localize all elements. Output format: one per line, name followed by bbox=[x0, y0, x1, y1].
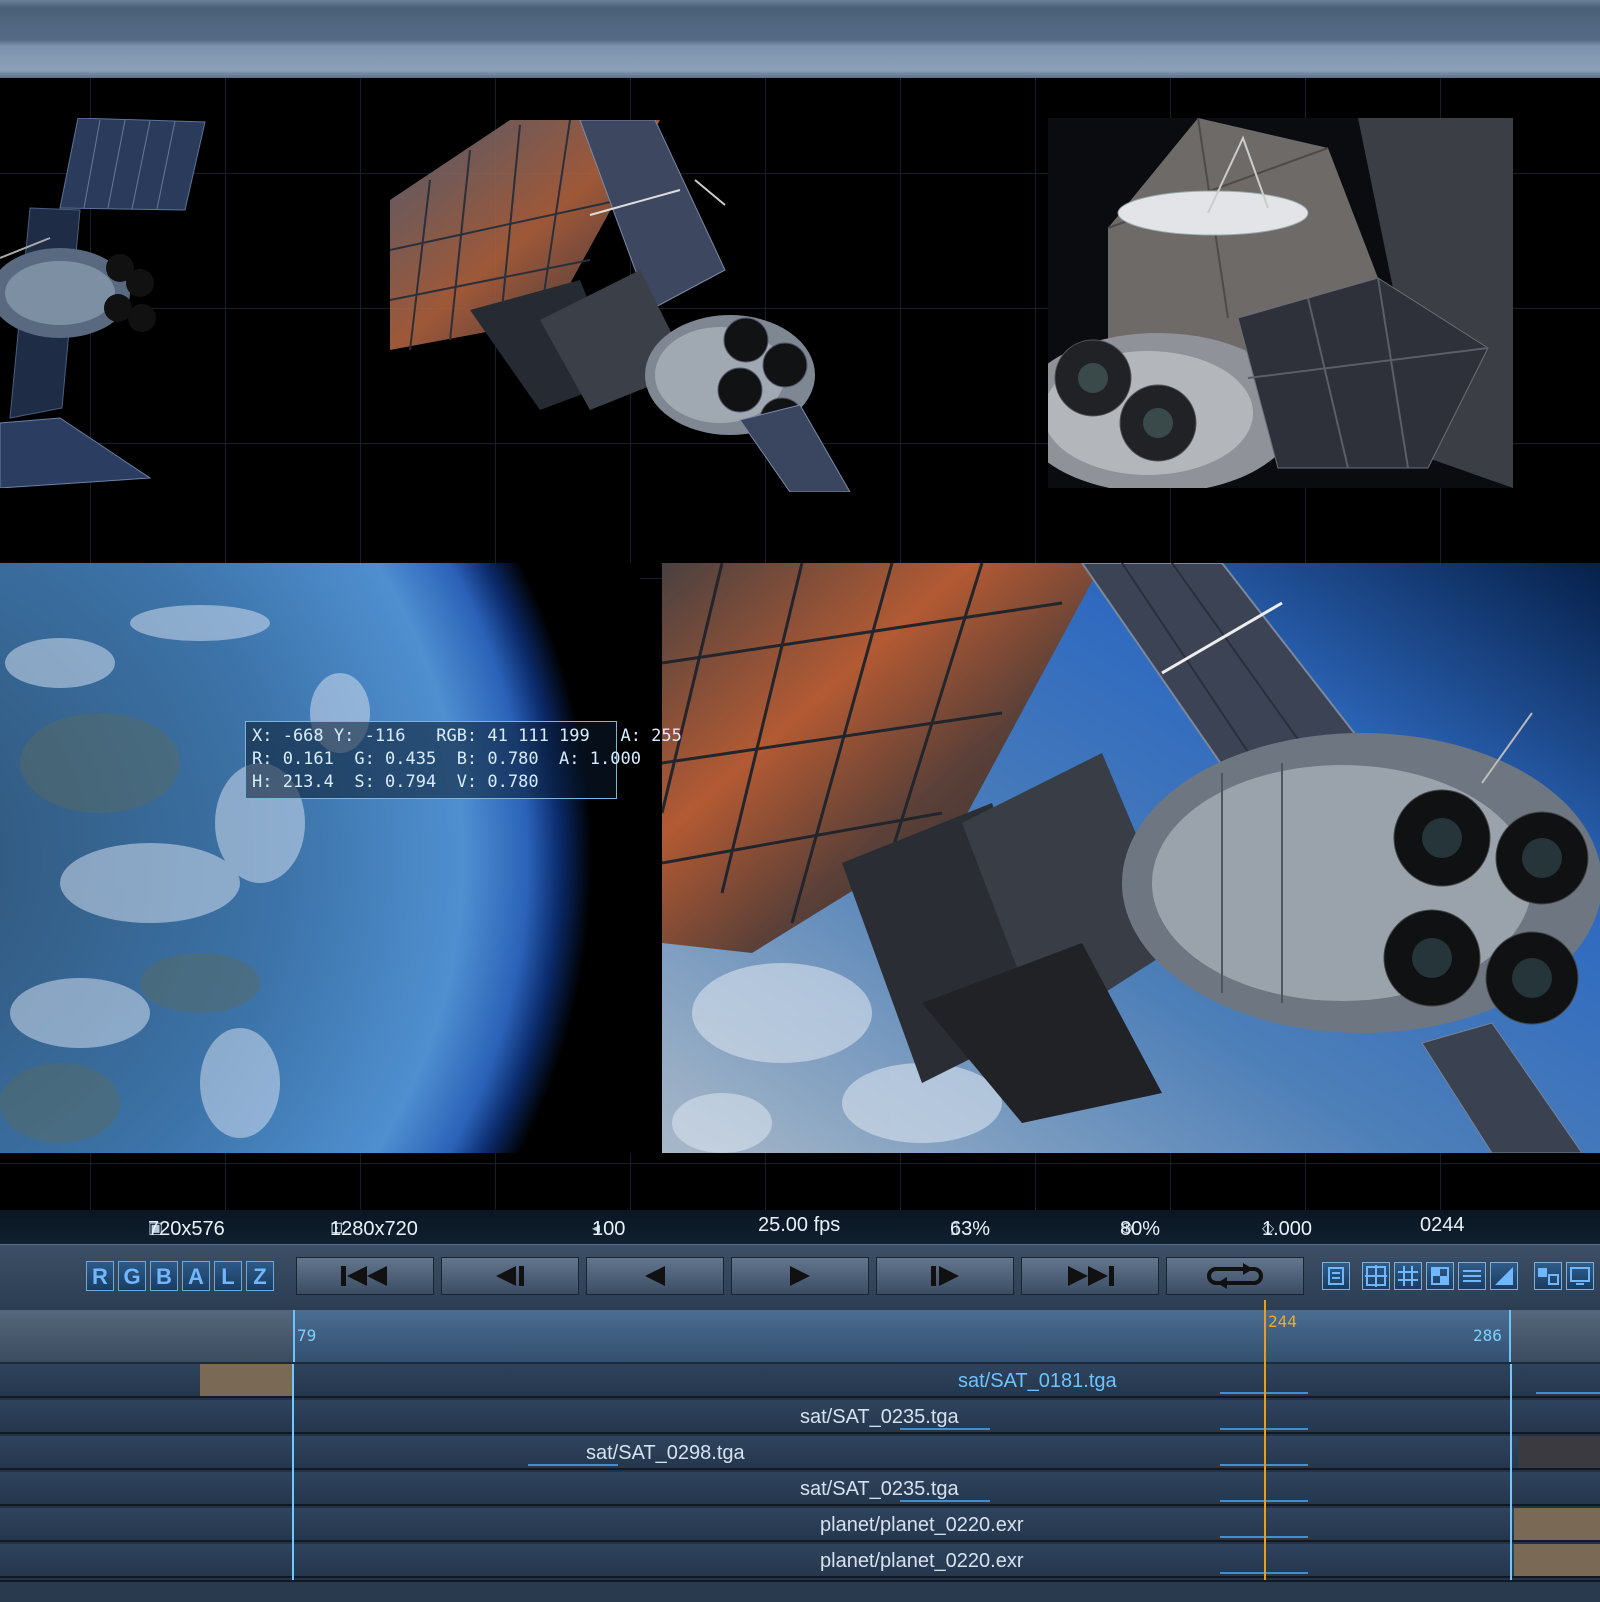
go-to-end-button[interactable] bbox=[1021, 1257, 1159, 1295]
channel-a-button[interactable]: A bbox=[182, 1261, 210, 1291]
earth-frame bbox=[0, 563, 640, 1153]
satellite-earth-frame bbox=[662, 563, 1600, 1153]
satellite-thumbnail-1 bbox=[0, 118, 210, 488]
playlist-view-button[interactable] bbox=[1322, 1262, 1350, 1290]
track-row[interactable]: planet/planet_0220.exr bbox=[0, 1544, 1600, 1578]
pixel-info-line-1: X: -668 Y: -116 RGB: 41 111 199 A: 255 bbox=[252, 726, 682, 746]
ruler-current-frame: 244 bbox=[1268, 1312, 1297, 1331]
ruler-active-range[interactable] bbox=[293, 1310, 1511, 1362]
channel-g-button[interactable]: G bbox=[118, 1261, 146, 1291]
track-label: planet/planet_0220.exr bbox=[820, 1550, 1024, 1572]
track-row[interactable]: sat/SAT_0235.tga bbox=[0, 1400, 1600, 1434]
channel-z-button[interactable]: Z bbox=[246, 1261, 274, 1291]
channel-b-button[interactable]: B bbox=[150, 1261, 178, 1291]
grid-line bbox=[0, 1163, 1600, 1164]
wipe-icon bbox=[1495, 1267, 1513, 1285]
ruler-out-frame: 286 bbox=[1473, 1326, 1502, 1345]
in-point-line[interactable] bbox=[292, 1364, 294, 1580]
playhead[interactable] bbox=[1264, 1300, 1266, 1580]
play-reverse-icon bbox=[645, 1266, 665, 1286]
channel-l-button[interactable]: L bbox=[214, 1261, 242, 1291]
status-bar: ▣ 720x576 ⊡ 1280x720 ◂ 100 25.00 fps ▯ 63% ⊕… bbox=[0, 1210, 1600, 1244]
step-back-icon bbox=[496, 1266, 524, 1286]
step-back-button[interactable] bbox=[441, 1257, 579, 1295]
track-row[interactable]: sat/SAT_0235.tga bbox=[0, 1472, 1600, 1506]
clip-marker bbox=[1536, 1392, 1600, 1394]
track-row[interactable]: sat/SAT_0298.tga bbox=[0, 1436, 1600, 1470]
grid-overlay-button[interactable] bbox=[1394, 1262, 1422, 1290]
checker-button[interactable] bbox=[1426, 1262, 1454, 1290]
go-to-start-button[interactable] bbox=[296, 1257, 434, 1295]
pixel-info-line-2: R: 0.161 G: 0.435 B: 0.780 A: 1.000 bbox=[252, 749, 641, 769]
pixel-info-line-3: H: 213.4 S: 0.794 V: 0.780 bbox=[252, 772, 539, 792]
safe-area-button[interactable] bbox=[1362, 1262, 1390, 1290]
checkerboard-icon bbox=[1431, 1267, 1449, 1285]
skip-end-icon bbox=[1068, 1266, 1114, 1286]
wipe-button[interactable] bbox=[1490, 1262, 1518, 1290]
clip-block[interactable] bbox=[1514, 1544, 1600, 1576]
out-point-line[interactable] bbox=[1510, 1364, 1512, 1580]
clip-block[interactable] bbox=[1514, 1508, 1600, 1540]
monitor-button[interactable] bbox=[1566, 1262, 1594, 1290]
layout-icon bbox=[1538, 1268, 1559, 1285]
clip-marker bbox=[528, 1464, 618, 1466]
track-label: planet/planet_0220.exr bbox=[820, 1514, 1024, 1536]
clip-marker bbox=[900, 1500, 990, 1502]
channel-r-button[interactable]: R bbox=[86, 1261, 114, 1291]
info-list-button[interactable] bbox=[1458, 1262, 1486, 1290]
current-frame-readout[interactable]: 0244 bbox=[1420, 1214, 1465, 1237]
image-viewer[interactable]: X: -668 Y: -116 RGB: 41 111 199 A: 255 R:… bbox=[0, 78, 1600, 1210]
clip-marker bbox=[900, 1428, 990, 1430]
satellite-thumbnail-2 bbox=[390, 120, 855, 492]
frame-ruler[interactable]: 79 244 286 bbox=[0, 1310, 1600, 1364]
playback-toolbar: R G B A L Z bbox=[0, 1244, 1600, 1311]
play-icon bbox=[790, 1266, 810, 1286]
loop-button[interactable] bbox=[1166, 1257, 1304, 1295]
play-button[interactable] bbox=[731, 1257, 869, 1295]
loop-icon bbox=[1207, 1263, 1263, 1289]
play-reverse-button[interactable] bbox=[586, 1257, 724, 1295]
window-title-bar bbox=[0, 0, 1600, 78]
crosshair-frame-icon bbox=[1365, 1265, 1387, 1287]
info-list-icon bbox=[1463, 1270, 1481, 1282]
monitor-icon bbox=[1570, 1267, 1590, 1285]
track-label: sat/SAT_0181.tga bbox=[958, 1370, 1117, 1392]
step-forward-button[interactable] bbox=[876, 1257, 1014, 1295]
clip-block[interactable] bbox=[200, 1364, 292, 1396]
compare-layout-button[interactable] bbox=[1534, 1262, 1562, 1290]
track-label: sat/SAT_0235.tga bbox=[800, 1406, 959, 1428]
timeline-footer bbox=[0, 1580, 1600, 1602]
clip-block[interactable] bbox=[1518, 1436, 1600, 1468]
fps-readout[interactable]: 25.00 fps bbox=[758, 1214, 840, 1237]
track-label: sat/SAT_0298.tga bbox=[586, 1442, 745, 1464]
track-row[interactable]: planet/planet_0220.exr bbox=[0, 1508, 1600, 1542]
ruler-in-frame: 79 bbox=[297, 1326, 317, 1345]
satellite-thumbnail-3 bbox=[1048, 118, 1513, 488]
track-label: sat/SAT_0235.tga bbox=[800, 1478, 959, 1500]
list-icon bbox=[1328, 1267, 1344, 1285]
step-forward-icon bbox=[931, 1266, 959, 1286]
pixel-info-overlay: X: -668 Y: -116 RGB: 41 111 199 A: 255 R:… bbox=[245, 721, 682, 799]
track-row[interactable]: sat/SAT_0181.tga bbox=[0, 1364, 1600, 1398]
timeline: sat/SAT_0181.tga sat/SAT_0235.tga sat/SA… bbox=[0, 1364, 1600, 1602]
skip-start-icon bbox=[341, 1266, 387, 1286]
grid-icon bbox=[1398, 1266, 1418, 1286]
